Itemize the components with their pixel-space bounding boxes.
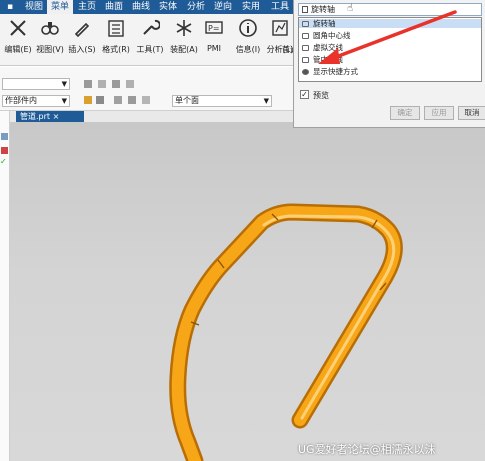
file-tab[interactable]: 管道.prt × [16,111,84,122]
tools-menu-label: 工具(T) [136,45,164,54]
edit-menu-button[interactable]: 编辑(E) [0,16,36,64]
preferences-menu-button[interactable]: 首选 [280,16,296,64]
close-icon[interactable]: × [53,112,60,121]
history-icon[interactable] [1,147,8,154]
tools-menu-button[interactable]: 工具(T) [132,16,168,64]
chevron-down-icon: ▼ [263,97,269,105]
menu-tab-home[interactable]: 主页 [74,0,100,14]
type-filter-combo[interactable]: ▼ [2,78,70,90]
menu-tab-curve[interactable]: 曲线 [128,0,154,14]
info-menu-label: 信息(I) [235,45,261,54]
menu-tab-view[interactable]: 视图 [22,0,46,14]
wrench-icon [143,19,160,35]
graphics-viewport[interactable] [10,122,485,461]
pencil-icon [74,22,90,38]
insert-menu-button[interactable]: 插入(S) [64,16,100,64]
face-rule-combo[interactable]: 单个面 ▼ [172,95,272,107]
resource-bar: ✓ [0,111,10,461]
selection-toolbar: ▼ 作部件内 ▼ 单个面 ▼ [0,67,300,111]
pipe-model[interactable] [10,122,485,461]
preview-label: 预览 [313,91,329,100]
file-icon-menu[interactable]: ▪ [0,0,20,14]
view-menu-button[interactable]: 视图(V) [32,16,68,64]
snap-icons[interactable] [84,79,144,89]
menu-tab-reverse[interactable]: 逆向 [210,0,236,14]
menu-tab-utility[interactable]: 实用 [237,0,265,14]
watermark: UG爱好者论坛@相濡永以沫 [298,443,436,456]
annotation-arrow [318,10,457,64]
format-menu-label: 格式(R) [102,45,130,54]
preview-checkbox[interactable]: ✓ [300,90,309,99]
binoculars-icon [41,22,59,35]
view-menu-label: 视图(V) [36,45,64,54]
list-format-icon [108,20,124,37]
info-icon [239,19,257,37]
info-menu-button[interactable]: 信息(I) [230,16,266,64]
insert-menu-label: 插入(S) [68,45,96,54]
selection-icons[interactable] [84,95,164,105]
snowflake-icon [176,20,192,36]
menu-tab-surface[interactable]: 曲面 [101,0,127,14]
pmi-icon: P= [205,21,223,34]
chevron-down-icon: ▼ [61,97,67,105]
navigator-icon[interactable] [1,133,8,140]
file-tab-label: 管道.prt [20,112,51,121]
cancel-button[interactable]: 取消 [458,106,485,120]
face-rule-value: 单个面 [175,96,199,105]
menu-tab-analysis[interactable]: 分析 [183,0,209,14]
svg-text:P=: P= [208,24,220,33]
menu-tab-tools[interactable]: 工具 [267,0,293,14]
scope-combo[interactable]: 作部件内 ▼ [2,95,70,107]
menu-tab-solid[interactable]: 实体 [155,0,181,14]
chevron-down-icon: ▼ [61,80,67,88]
edit-menu-label: 编辑(E) [4,45,32,54]
ok-button[interactable]: 确定 [390,106,420,120]
scope-value: 作部件内 [5,96,37,105]
menu-tab-menu[interactable]: 菜单 [47,0,73,14]
format-menu-button[interactable]: 格式(R) [98,16,134,64]
pmi-menu-button[interactable]: P= PMI [196,16,232,64]
apply-button[interactable]: 应用 [424,106,454,120]
wrench-cross-icon [10,20,26,36]
pmi-menu-label: PMI [206,44,222,53]
check-icon: ✓ [0,157,7,166]
